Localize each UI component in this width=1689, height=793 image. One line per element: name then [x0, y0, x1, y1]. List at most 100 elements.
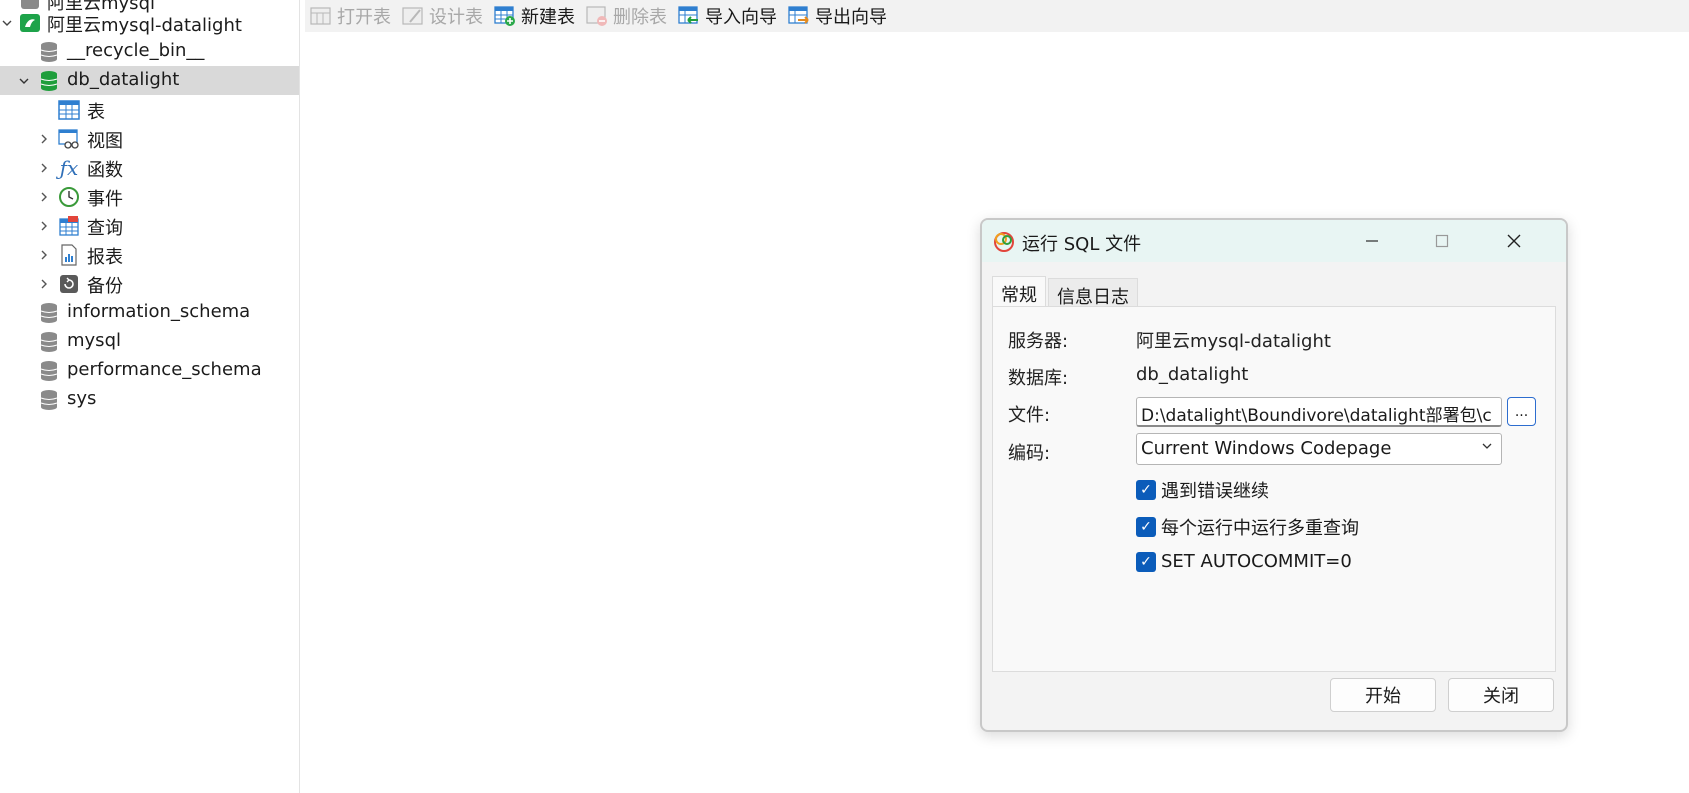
checkbox-checked-icon: ✓ [1136, 480, 1156, 500]
tree-database[interactable]: sys [0, 385, 299, 414]
button-label: 打开表 [337, 7, 391, 28]
database-icon [37, 388, 61, 412]
autocommit-checkbox[interactable]: ✓ SET AUTOCOMMIT=0 [1136, 551, 1352, 572]
view-icon [57, 127, 81, 151]
tree-label: 函数 [87, 160, 123, 181]
clock-icon [57, 185, 81, 209]
tree-item-events[interactable]: 事件 [0, 182, 299, 211]
object-toolbar: 打开表 设计表 新建表 删除表 导入向导 导出向导 [305, 0, 1689, 32]
database-label: 数据库: [1008, 368, 1069, 389]
tree-item-backups[interactable]: 备份 [0, 269, 299, 298]
mysql-connection-icon [18, 11, 42, 35]
open-table-icon [309, 4, 333, 28]
dialog-tabs: 常规 信息日志 [992, 276, 1138, 308]
function-icon: ƒx [59, 155, 79, 180]
tree-item-reports[interactable]: 报表 [0, 240, 299, 269]
button-label: 新建表 [521, 7, 575, 28]
database-icon [37, 359, 61, 383]
new-table-button[interactable]: 新建表 [493, 1, 575, 31]
tree-database[interactable]: performance_schema [0, 356, 299, 385]
checkbox-label: SET AUTOCOMMIT=0 [1161, 551, 1352, 572]
continue-on-error-checkbox[interactable]: ✓ 遇到错误继续 [1136, 477, 1269, 503]
open-table-button[interactable]: 打开表 [309, 1, 391, 31]
tree-label: 查询 [87, 218, 123, 239]
new-table-icon [493, 4, 517, 28]
checkbox-checked-icon: ✓ [1136, 551, 1156, 572]
dialog-title: 运行 SQL 文件 [1022, 234, 1142, 255]
tree-label: performance_schema [67, 359, 262, 380]
server-label: 服务器: [1008, 331, 1069, 352]
tree-item-views[interactable]: 视图 [0, 124, 299, 153]
encoding-label: 编码: [1008, 443, 1051, 464]
backup-icon [57, 272, 81, 296]
chevron-right-icon[interactable] [37, 248, 51, 262]
tree-database[interactable]: mysql [0, 327, 299, 356]
tree-label: db_datalight [67, 69, 180, 90]
delete-table-icon [585, 4, 609, 28]
database-icon [37, 69, 61, 93]
query-icon [57, 214, 81, 238]
button-label: 删除表 [613, 7, 667, 28]
server-value: 阿里云mysql-datalight [1136, 331, 1331, 352]
tree-label: 阿里云mysql-datalight [47, 15, 242, 36]
checkbox-checked-icon: ✓ [1136, 517, 1156, 537]
chevron-right-icon[interactable] [37, 190, 51, 204]
close-icon[interactable] [1494, 226, 1534, 256]
import-wizard-button[interactable]: 导入向导 [677, 1, 777, 31]
run-sql-file-dialog: 运行 SQL 文件 常规 信息日志 服务器: 阿里云mysql-dataligh… [980, 218, 1568, 732]
navigation-tree: 阿里云mysql 阿里云mysql-datalight __recycle_bi… [0, 0, 300, 793]
export-wizard-icon [787, 4, 811, 28]
button-label: 导出向导 [815, 7, 887, 28]
tree-connection[interactable]: 阿里云mysql-datalight [0, 8, 299, 37]
database-icon [37, 330, 61, 354]
start-button[interactable]: 开始 [1330, 678, 1436, 712]
export-wizard-button[interactable]: 导出向导 [787, 1, 887, 31]
import-wizard-icon [677, 4, 701, 28]
tree-database[interactable]: information_schema [0, 298, 299, 327]
checkbox-label: 遇到错误继续 [1161, 481, 1269, 502]
tree-item-queries[interactable]: 查询 [0, 211, 299, 240]
encoding-value: Current Windows Codepage [1141, 438, 1392, 459]
tree-item-tables[interactable]: 表 [0, 95, 299, 124]
database-value: db_datalight [1136, 364, 1249, 385]
chevron-down-icon [1481, 440, 1493, 456]
database-icon [37, 301, 61, 325]
maximize-icon[interactable] [1422, 226, 1462, 256]
multiple-queries-checkbox[interactable]: ✓ 每个运行中运行多重查询 [1136, 514, 1359, 540]
tab-message-log[interactable]: 信息日志 [1048, 278, 1138, 308]
encoding-select[interactable]: Current Windows Codepage [1136, 433, 1502, 465]
tree-label: 备份 [87, 276, 123, 297]
table-icon [57, 98, 81, 122]
minimize-icon[interactable] [1352, 226, 1392, 256]
tree-label: 事件 [87, 189, 123, 210]
checkbox-label: 每个运行中运行多重查询 [1161, 518, 1359, 539]
button-label: 设计表 [429, 7, 483, 28]
close-button[interactable]: 关闭 [1448, 678, 1554, 712]
tree-label: information_schema [67, 301, 251, 322]
browse-button[interactable]: ... [1507, 397, 1536, 426]
chevron-right-icon[interactable] [37, 219, 51, 233]
file-label: 文件: [1008, 405, 1051, 426]
button-label: 导入向导 [705, 7, 777, 28]
tab-general[interactable]: 常规 [992, 276, 1046, 308]
navicat-logo-icon [992, 229, 1016, 253]
dialog-titlebar[interactable]: 运行 SQL 文件 [982, 220, 1566, 262]
tree-label: 视图 [87, 131, 123, 152]
tree-database-selected[interactable]: db_datalight [0, 66, 299, 95]
tree-label: sys [67, 388, 97, 409]
tree-item-functions[interactable]: ƒx 函数 [0, 153, 299, 182]
tree-database[interactable]: __recycle_bin__ [0, 37, 299, 66]
general-panel: 服务器: 阿里云mysql-datalight 数据库: db_dataligh… [992, 306, 1556, 672]
database-icon [37, 40, 61, 64]
delete-table-button[interactable]: 删除表 [585, 1, 667, 31]
chevron-right-icon[interactable] [37, 161, 51, 175]
chevron-down-icon[interactable] [17, 74, 31, 88]
chevron-right-icon[interactable] [37, 277, 51, 291]
tree-label: 表 [87, 102, 105, 123]
chevron-down-icon[interactable] [0, 16, 14, 30]
chevron-right-icon[interactable] [37, 132, 51, 146]
tree-label: __recycle_bin__ [67, 40, 205, 61]
file-path-input[interactable]: D:\datalight\Boundivore\datalight部署包\c [1136, 397, 1502, 427]
design-table-button[interactable]: 设计表 [401, 1, 483, 31]
tree-label: mysql [67, 330, 121, 351]
